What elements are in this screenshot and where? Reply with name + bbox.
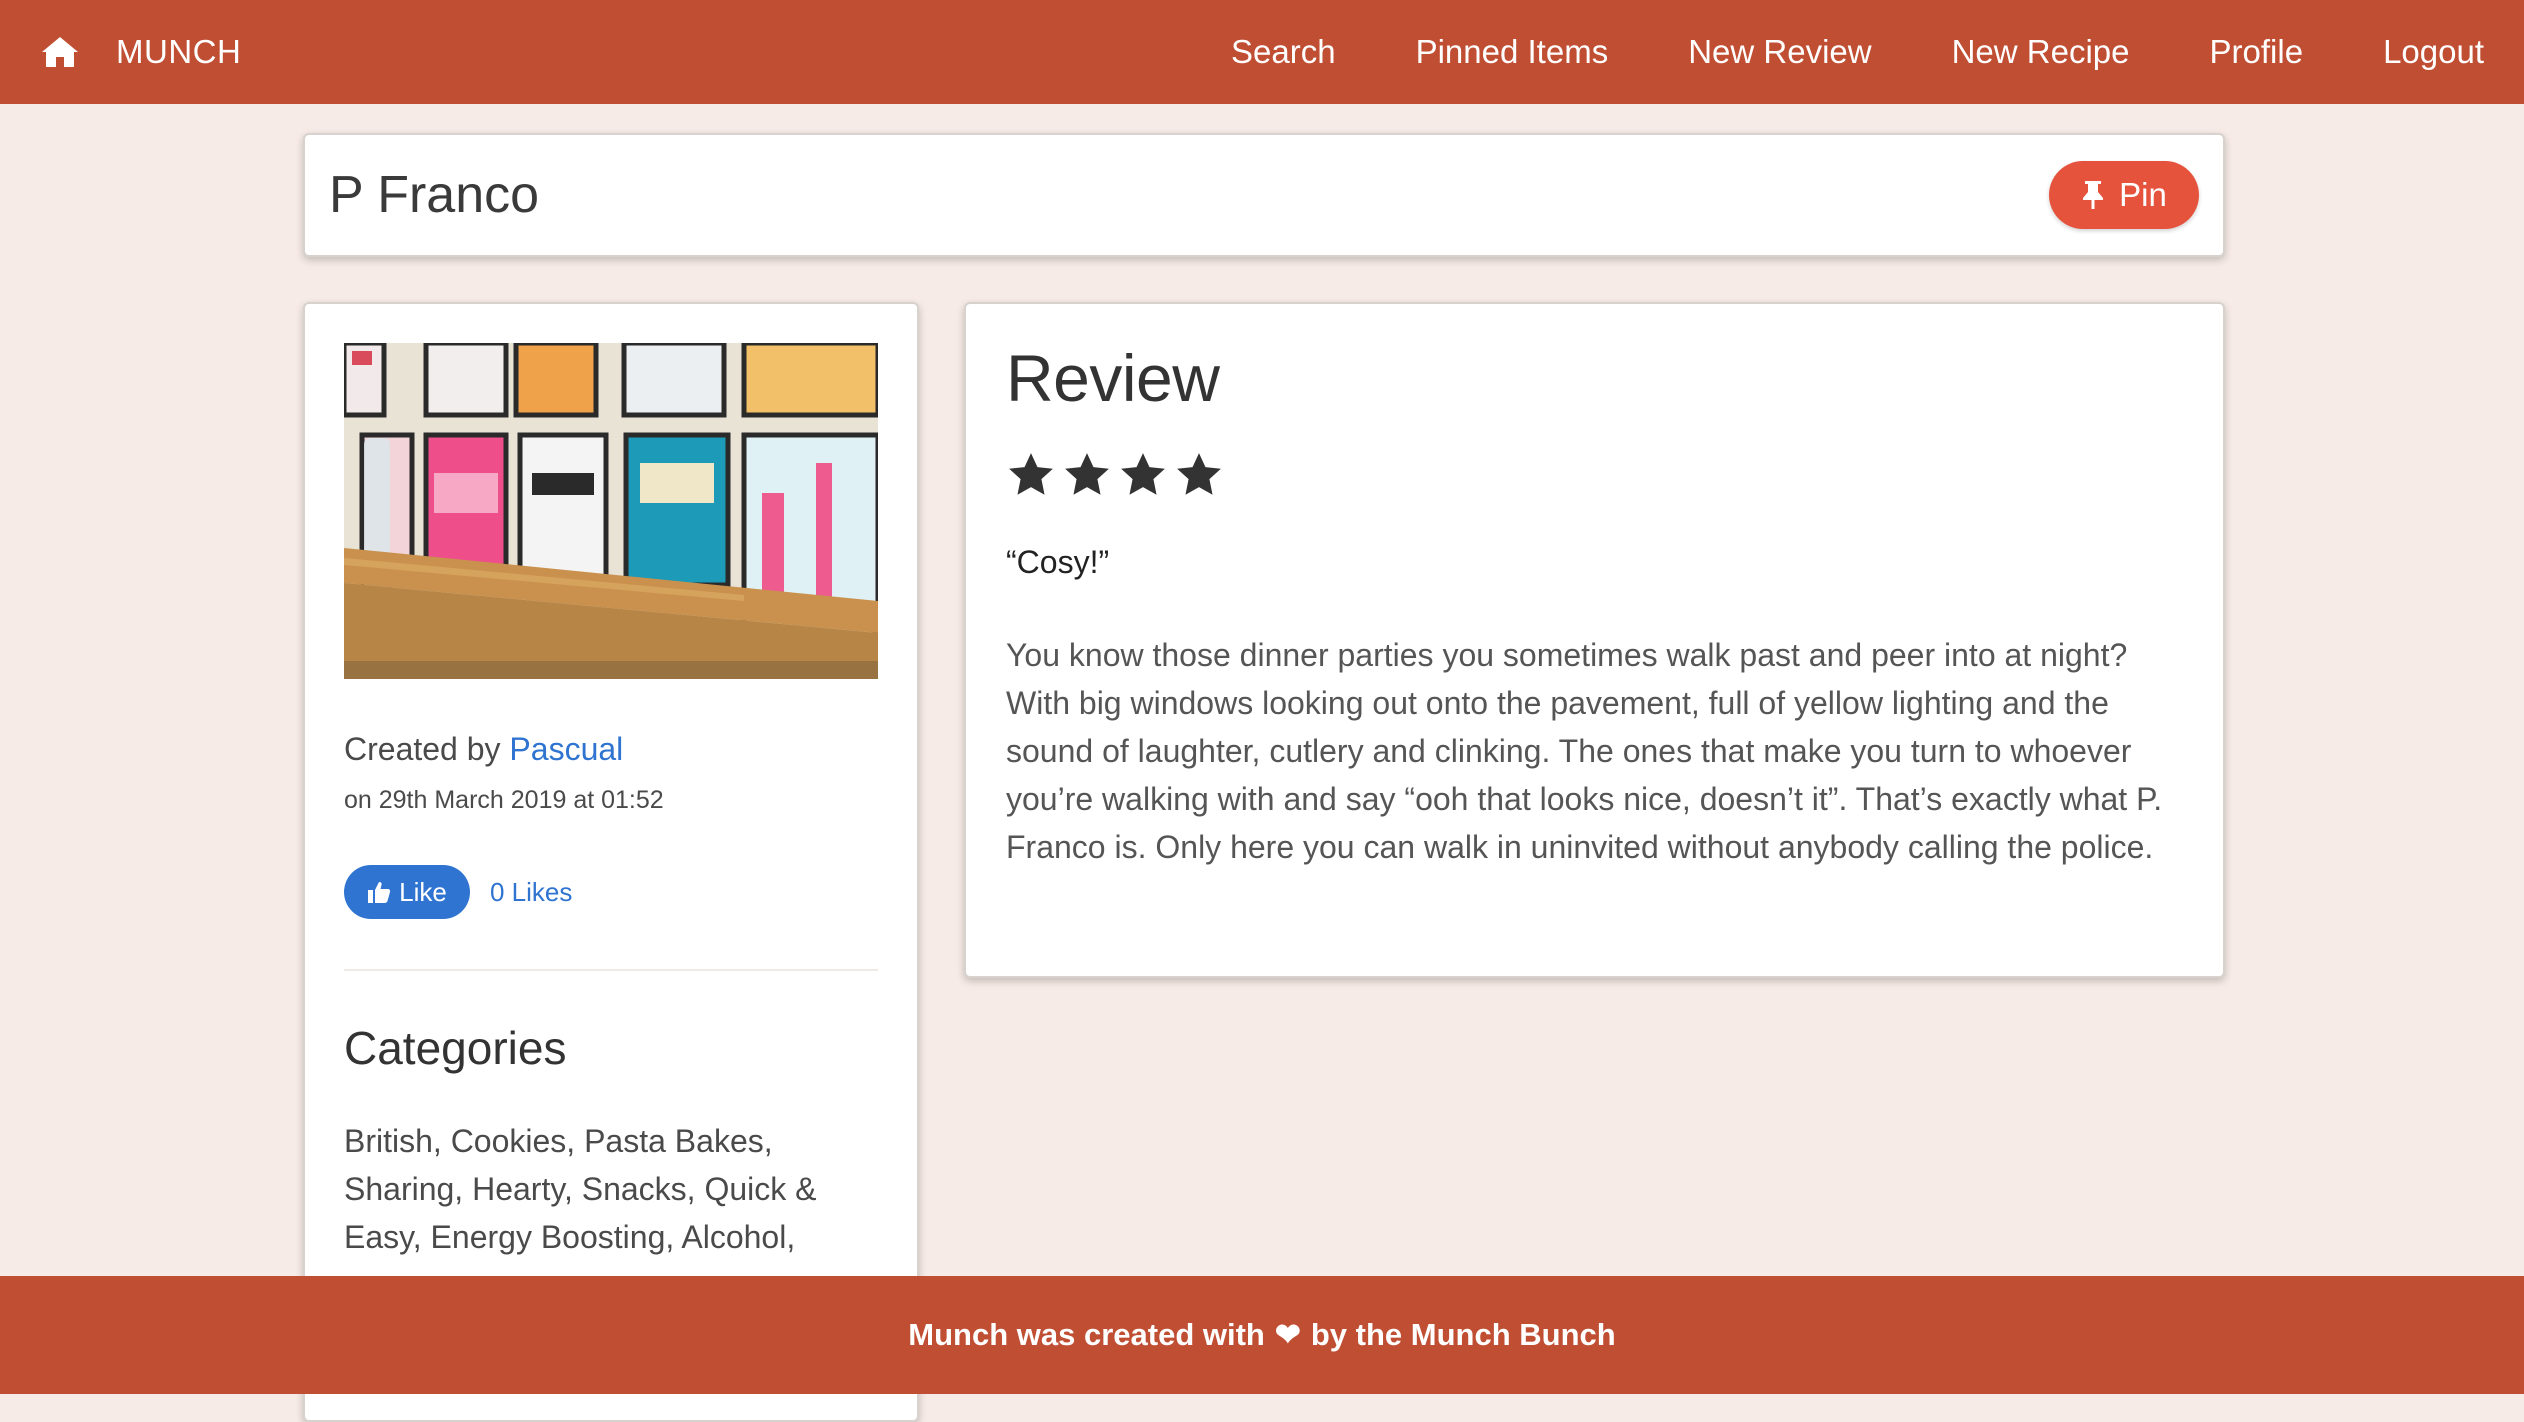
review-quote: “Cosy!” bbox=[1006, 544, 1110, 580]
footer: Munch was created with ❤ by the Munch Bu… bbox=[0, 1276, 2524, 1394]
details-card: Created by Pascual on 29th March 2019 at… bbox=[303, 302, 919, 1422]
star-icon bbox=[1121, 453, 1165, 495]
home-icon[interactable] bbox=[40, 32, 80, 72]
footer-text-start: Munch was created with bbox=[908, 1317, 1265, 1352]
review-body: You know those dinner parties you someti… bbox=[1006, 637, 2163, 865]
created-by-label: Created by bbox=[344, 731, 501, 767]
likes-count-link[interactable]: 0 Likes bbox=[490, 877, 572, 908]
thumbs-up-icon bbox=[368, 882, 391, 903]
star-rating bbox=[1006, 450, 2183, 500]
review-card: Review “Cosy!” You know those dinner par… bbox=[964, 302, 2225, 978]
like-label: Like bbox=[399, 876, 447, 907]
nav-link-new-review[interactable]: New Review bbox=[1688, 33, 1871, 71]
title-card: P Franco Pin bbox=[303, 133, 2225, 257]
author-link[interactable]: Pascual bbox=[509, 731, 623, 767]
brand-link[interactable]: MUNCH bbox=[116, 33, 241, 71]
like-row: Like 0 Likes bbox=[344, 865, 878, 919]
page-title: P Franco bbox=[329, 166, 540, 224]
divider bbox=[344, 969, 878, 971]
footer-text-end: by the Munch Bunch bbox=[1310, 1317, 1616, 1352]
categories-list: British, Cookies, Pasta Bakes, Sharing, … bbox=[344, 1123, 817, 1255]
star-icon bbox=[1009, 453, 1053, 495]
pin-button[interactable]: Pin bbox=[2049, 161, 2199, 229]
created-date: on 29th March 2019 at 01:52 bbox=[344, 786, 664, 814]
restaurant-photo bbox=[344, 343, 878, 679]
nav-links: Search Pinned Items New Review New Recip… bbox=[1231, 33, 2484, 71]
categories-heading: Categories bbox=[344, 1022, 567, 1074]
nav-link-profile[interactable]: Profile bbox=[2210, 33, 2304, 71]
review-heading: Review bbox=[1006, 341, 1220, 415]
heart-icon: ❤ bbox=[1274, 1317, 1301, 1352]
pushpin-icon bbox=[2083, 181, 2104, 209]
nav-link-logout[interactable]: Logout bbox=[2383, 33, 2484, 71]
top-navbar: MUNCH Search Pinned Items New Review New… bbox=[0, 0, 2524, 104]
star-icon bbox=[1177, 453, 1221, 495]
like-button[interactable]: Like bbox=[344, 865, 470, 919]
star-icon bbox=[1065, 453, 1109, 495]
pin-label: Pin bbox=[2119, 176, 2167, 213]
nav-link-new-recipe[interactable]: New Recipe bbox=[1952, 33, 2130, 71]
nav-link-pinned-items[interactable]: Pinned Items bbox=[1416, 33, 1609, 71]
nav-link-search[interactable]: Search bbox=[1231, 33, 1336, 71]
created-by: Created by Pascual bbox=[344, 731, 878, 768]
